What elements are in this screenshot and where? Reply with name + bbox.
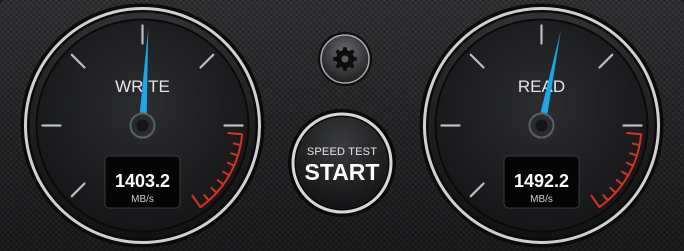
- redline-tick: [227, 131, 244, 136]
- start-button-subtitle: SPEED TEST: [306, 146, 378, 158]
- gauge-label: READ: [518, 77, 565, 96]
- start-speed-test-button[interactable]: SPEED TEST START: [287, 108, 397, 218]
- readout-unit: MB/s: [530, 194, 553, 205]
- readout-value: 1492.2: [514, 171, 569, 191]
- start-button-label: START: [304, 159, 380, 185]
- redline-tick: [631, 142, 641, 146]
- gear-hole: [341, 55, 349, 63]
- needle-hub-cap: [136, 119, 149, 132]
- read-gauge: READ 1492.2 MB/s: [416, 0, 667, 251]
- redline-tick: [232, 142, 242, 146]
- settings-button[interactable]: [316, 30, 374, 88]
- readout-value: 1403.2: [115, 171, 170, 191]
- write-gauge: WRITE 1403.2 MB/s: [17, 0, 268, 251]
- redline-tick: [626, 131, 643, 136]
- disk-speed-test-window: WRITE 1403.2 MB/s: [0, 0, 684, 251]
- readout-unit: MB/s: [131, 194, 154, 205]
- needle-hub-cap: [535, 119, 548, 132]
- gear-icon: [333, 47, 357, 71]
